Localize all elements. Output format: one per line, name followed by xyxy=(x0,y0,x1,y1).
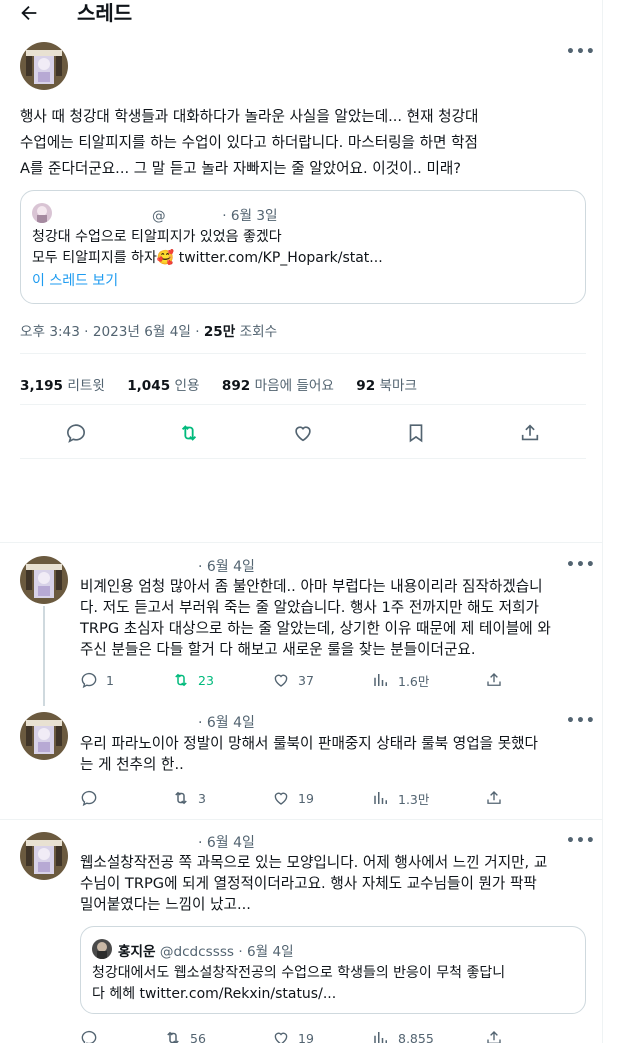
quote-header: @ · 6월 3일 xyxy=(152,204,278,224)
divider xyxy=(0,542,602,543)
reply-line: TRPG 초심자 대상으로 하는 줄 알았는데, 상기한 이유 때문에 제 테이… xyxy=(80,620,551,637)
like-count: 19 xyxy=(298,790,314,806)
views-label: 조회수 xyxy=(235,324,278,340)
reply-button[interactable]: 1 xyxy=(80,670,114,690)
quote-date: · 6월 3일 xyxy=(222,208,278,224)
reply-line: 주신 분들은 다들 할거 다 해보고 새로운 룰을 찾는 분들이더군요. xyxy=(80,641,476,658)
like-stat[interactable]: 892 마음에 들어요 xyxy=(222,378,334,394)
quote-link[interactable]: twitter.com/KP_Hopark/stat... xyxy=(179,250,383,266)
avatar xyxy=(92,939,112,959)
tweet-line: A를 준다더군요... 그 말 듣고 놀라 자빠지는 줄 알았어요. 이것이..… xyxy=(20,160,462,177)
share-icon[interactable] xyxy=(485,788,511,808)
quote-line: 청강대 수업으로 티알피지가 있었음 좋겠다 xyxy=(32,229,282,245)
quote-handle: @ xyxy=(152,208,166,224)
quote-handle: @dcdcssss xyxy=(159,944,234,960)
quote-line: 청강대에서도 웹소설창작전공의 수업으로 학생들의 반응이 무척 좋답니 xyxy=(92,965,506,981)
share-icon[interactable] xyxy=(485,1028,511,1043)
retweet-count: 23 xyxy=(198,672,214,688)
retweet-button[interactable]: 23 xyxy=(172,670,214,690)
view-count: 8,855 xyxy=(398,1030,434,1043)
reply-date[interactable]: · 6월 4일 xyxy=(198,556,255,576)
tweet-text: 행사 때 청강대 학생들과 대화하다가 놀라운 사실을 알았는데... 현재 청… xyxy=(20,104,590,182)
reply-count: 1 xyxy=(106,672,114,688)
quote-line: 모두 티알피지를 하자 xyxy=(32,250,157,266)
tweet-line: 수업에는 티알피지를 하는 수업이 있다고 하더랍니다. 마스터링을 하면 학점 xyxy=(20,134,478,151)
reply-line: 다. 저도 듣고서 부러워 죽는 줄 알았습니다. 행사 1주 전까지만 해도 … xyxy=(80,599,539,616)
reply-button[interactable] xyxy=(80,788,106,808)
more-icon[interactable]: ••• xyxy=(566,833,596,849)
views-button[interactable]: 1.3만 xyxy=(372,788,429,808)
more-icon[interactable]: ••• xyxy=(566,557,596,573)
reply-icon[interactable] xyxy=(65,422,89,446)
views-button[interactable]: 8,855 xyxy=(372,1028,434,1043)
like-button[interactable]: 19 xyxy=(272,788,314,808)
avatar xyxy=(32,203,52,223)
bookmark-stat[interactable]: 92 북마크 xyxy=(356,378,417,394)
reply-line: 웹소설창작전공 쪽 과목으로 있는 모양입니다. 어제 행사에서 느낀 거지만,… xyxy=(80,854,548,871)
avatar[interactable] xyxy=(20,832,68,880)
tweet-timestamp[interactable]: 오후 3:43 · 2023년 6월 4일 · xyxy=(20,324,204,340)
reply-text: 우리 파라노이아 정발이 망해서 룰북이 판매중지 상태라 룰북 영업을 못했다… xyxy=(80,733,590,775)
tweet-stats: 3,195 리트윗 1,045 인용 892 마음에 들어요 92 북마크 xyxy=(20,374,435,394)
retweet-button[interactable]: 3 xyxy=(172,788,206,808)
more-icon[interactable]: ••• xyxy=(566,713,596,729)
page-title: 스레드 xyxy=(77,1,133,25)
quote-stat[interactable]: 1,045 인용 xyxy=(127,378,199,394)
retweet-stat[interactable]: 3,195 리트윗 xyxy=(20,378,105,394)
retweet-count: 56 xyxy=(190,1030,206,1043)
reply-line: 는 게 천추의 한.. xyxy=(80,756,184,773)
more-icon[interactable]: ••• xyxy=(566,44,596,60)
avatar[interactable] xyxy=(20,712,68,760)
reply-date[interactable]: · 6월 4일 xyxy=(198,712,255,732)
quote-text: 청강대에서도 웹소설창작전공의 수업으로 학생들의 반응이 무척 좋답니 다 헤… xyxy=(92,963,505,1005)
show-thread-link[interactable]: 이 스레드 보기 xyxy=(32,270,118,290)
quote-author-name: 홍지운 xyxy=(118,944,156,960)
back-arrow-icon[interactable] xyxy=(18,2,44,26)
share-icon[interactable] xyxy=(519,422,543,446)
bookmark-icon[interactable] xyxy=(405,422,429,446)
avatar[interactable] xyxy=(20,556,68,604)
like-count: 37 xyxy=(298,672,314,688)
retweet-count: 3 xyxy=(198,790,206,806)
reply-text: 비계인용 엄청 많아서 좀 불안한데.. 아마 부럽다는 내용이리라 짐작하겠습… xyxy=(80,576,590,660)
divider xyxy=(20,458,586,459)
quote-header: 홍지운 @dcdcssss · 6월 4일 xyxy=(118,940,294,960)
divider xyxy=(0,819,602,820)
quote-tweet[interactable]: 홍지운 @dcdcssss · 6월 4일 청강대에서도 웹소설창작전공의 수업… xyxy=(80,926,586,1014)
reply-line: 우리 파라노이아 정발이 망해서 룰북이 판매중지 상태라 룰북 영업을 못했다 xyxy=(80,735,538,752)
views-button[interactable]: 1.6만 xyxy=(372,670,429,690)
retweet-icon[interactable] xyxy=(178,422,202,446)
header: 스레드 xyxy=(0,0,602,30)
like-count: 19 xyxy=(298,1030,314,1043)
like-button[interactable]: 37 xyxy=(272,670,314,690)
smile-emoji-icon: 🥰 xyxy=(156,250,175,266)
tweet-line: 행사 때 청강대 학생들과 대화하다가 놀라운 사실을 알았는데... 현재 청… xyxy=(20,108,479,125)
views-count: 25만 xyxy=(203,324,236,340)
thread-page: 스레드 ••• 행사 때 청강대 학생들과 대화하다가 놀라운 사실을 알았는데… xyxy=(0,0,603,1043)
quote-date: · 6월 4일 xyxy=(238,944,294,960)
reply-line: 수님이 TRPG에 되게 열정적이더라고요. 행사 자체도 교수님들이 뭔가 팍… xyxy=(80,875,537,892)
divider xyxy=(20,404,586,405)
retweet-button[interactable]: 56 xyxy=(164,1028,206,1043)
reply-text: 웹소설창작전공 쪽 과목으로 있는 모양입니다. 어제 행사에서 느낀 거지만,… xyxy=(80,852,590,915)
share-icon[interactable] xyxy=(485,670,511,690)
view-count: 1.3만 xyxy=(398,791,430,807)
reply-line: 비계인용 엄청 많아서 좀 불안한데.. 아마 부럽다는 내용이리라 짐작하겠습… xyxy=(80,578,543,595)
thread-connector xyxy=(43,606,45,706)
tweet-meta: 오후 3:43 · 2023년 6월 4일 · 25만 조회수 xyxy=(20,320,277,340)
reply-line: 밀어붙였다는 느낌이 났고... xyxy=(80,896,251,913)
view-count: 1.6만 xyxy=(398,673,430,689)
quote-tweet[interactable]: @ · 6월 3일 청강대 수업으로 티알피지가 있었음 좋겠다 모두 티알피지… xyxy=(20,190,586,304)
like-button[interactable]: 19 xyxy=(272,1028,314,1043)
like-icon[interactable] xyxy=(292,422,316,446)
quote-text: 청강대 수업으로 티알피지가 있었음 좋겠다 모두 티알피지를 하자🥰 twit… xyxy=(32,227,383,269)
quote-line: 다 헤헤 twitter.com/Rekxin/status/... xyxy=(92,986,337,1002)
avatar[interactable] xyxy=(20,42,68,90)
reply-button[interactable] xyxy=(80,1028,106,1043)
reply-date[interactable]: · 6월 4일 xyxy=(198,832,255,852)
divider xyxy=(20,353,586,354)
